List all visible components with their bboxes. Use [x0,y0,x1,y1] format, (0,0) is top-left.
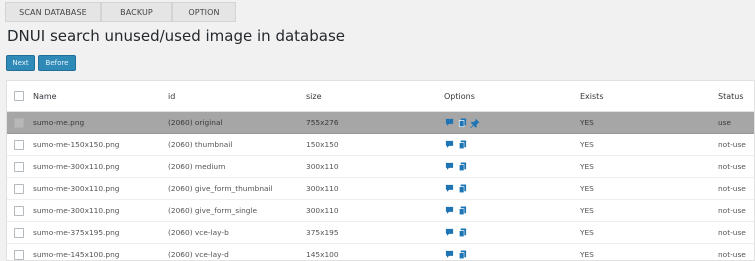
row-checkbox[interactable] [14,139,24,150]
row-id: (2060) original [168,118,223,127]
header-checkbox-cell [13,81,25,111]
row-checkbox-cell [13,244,25,260]
select-all-checkbox[interactable] [14,91,24,101]
pagination-buttons: Next Before [6,55,76,71]
table-row[interactable]: sumo-me-145x100.png (2060) vce-lay-d 145x1… [7,244,754,260]
copy-icon[interactable] [457,184,467,194]
image-table: Name id size Options Exists Status sumo-… [6,80,755,261]
row-exists: YES [580,228,594,237]
row-name: sumo-me-300x110.png [33,184,120,193]
table-row[interactable]: sumo-me-300x110.png (2060) give_form_sing… [7,200,754,222]
row-status: use [718,118,732,127]
row-options [444,200,470,221]
before-button[interactable]: Before [38,55,76,71]
row-exists: YES [580,140,594,149]
row-checkbox-cell [13,134,25,155]
comment-icon[interactable] [444,162,454,172]
row-options [444,134,470,155]
copy-icon[interactable] [457,250,467,260]
row-id: (2060) vce-lay-b [168,228,229,237]
row-id: (2060) thumbnail [168,140,233,149]
tab-scan-database[interactable]: SCAN DATABASE [5,2,101,22]
row-name: sumo-me-145x100.png [33,250,120,259]
row-status: not-use [718,140,746,149]
row-options [444,112,483,133]
comment-icon[interactable] [444,118,454,128]
row-exists: YES [580,162,594,171]
row-exists: YES [580,250,594,259]
row-options [444,178,470,199]
row-size: 300x110 [306,184,339,193]
comment-icon[interactable] [444,228,454,238]
header-exists[interactable]: Exists [580,81,603,111]
row-name: sumo-me.png [33,118,85,127]
row-options [444,244,470,260]
copy-icon[interactable] [457,228,467,238]
header-status[interactable]: Status [718,81,744,111]
table-row[interactable]: sumo-me.png (2060) original 755x276 YES use [7,112,754,134]
comment-icon[interactable] [444,184,454,194]
row-checkbox[interactable] [14,117,24,128]
pin-icon[interactable] [470,118,480,128]
copy-icon[interactable] [457,118,467,128]
table-row[interactable]: sumo-me-375x195.png (2060) vce-lay-b 375x1… [7,222,754,244]
header-name[interactable]: Name [33,81,57,111]
row-checkbox[interactable] [14,183,24,194]
row-exists: YES [580,118,594,127]
row-name: sumo-me-300x110.png [33,162,120,171]
row-status: not-use [718,206,746,215]
row-checkbox-cell [13,156,25,177]
comment-icon[interactable] [444,206,454,216]
comment-icon[interactable] [444,140,454,150]
page-title: DNUI search unused/used image in databas… [7,27,345,45]
row-size: 755x276 [306,118,339,127]
table-row[interactable]: sumo-me-300x110.png (2060) give_form_thum… [7,178,754,200]
tab-backup[interactable]: BACKUP [101,2,172,22]
row-checkbox[interactable] [14,249,24,260]
row-exists: YES [580,206,594,215]
row-checkbox-cell [13,200,25,221]
row-exists: YES [580,184,594,193]
row-checkbox[interactable] [14,205,24,216]
row-name: sumo-me-300x110.png [33,206,120,215]
row-size: 145x100 [306,250,339,259]
row-status: not-use [718,162,746,171]
table-header: Name id size Options Exists Status [7,81,754,112]
tab-bar: SCAN DATABASE BACKUP OPTION [5,2,236,22]
row-id: (2060) vce-lay-d [168,250,229,259]
row-checkbox[interactable] [14,227,24,238]
copy-icon[interactable] [457,162,467,172]
table-row[interactable]: sumo-me-150x150.png (2060) thumbnail 150x1… [7,134,754,156]
row-size: 150x150 [306,140,339,149]
copy-icon[interactable] [457,140,467,150]
table-body: sumo-me.png (2060) original 755x276 YES use s… [7,112,754,260]
header-id[interactable]: id [168,81,175,111]
row-status: not-use [718,250,746,259]
row-options [444,156,470,177]
comment-icon[interactable] [444,250,454,260]
row-checkbox-cell [13,178,25,199]
row-size: 300x110 [306,162,339,171]
row-size: 300x110 [306,206,339,215]
header-options: Options [444,91,475,101]
row-checkbox-cell [13,112,25,133]
row-status: not-use [718,228,746,237]
row-checkbox[interactable] [14,161,24,172]
copy-icon[interactable] [457,206,467,216]
next-button[interactable]: Next [6,55,35,71]
row-name: sumo-me-150x150.png [33,140,120,149]
row-checkbox-cell [13,222,25,243]
header-size[interactable]: size [306,81,322,111]
row-options [444,222,470,243]
row-status: not-use [718,184,746,193]
row-id: (2060) give_form_single [168,206,258,215]
row-id: (2060) medium [168,162,226,171]
tab-option[interactable]: OPTION [172,2,236,22]
row-name: sumo-me-375x195.png [33,228,120,237]
row-size: 375x195 [306,228,339,237]
row-id: (2060) give_form_thumbnail [168,184,273,193]
table-row[interactable]: sumo-me-300x110.png (2060) medium 300x110 Y… [7,156,754,178]
